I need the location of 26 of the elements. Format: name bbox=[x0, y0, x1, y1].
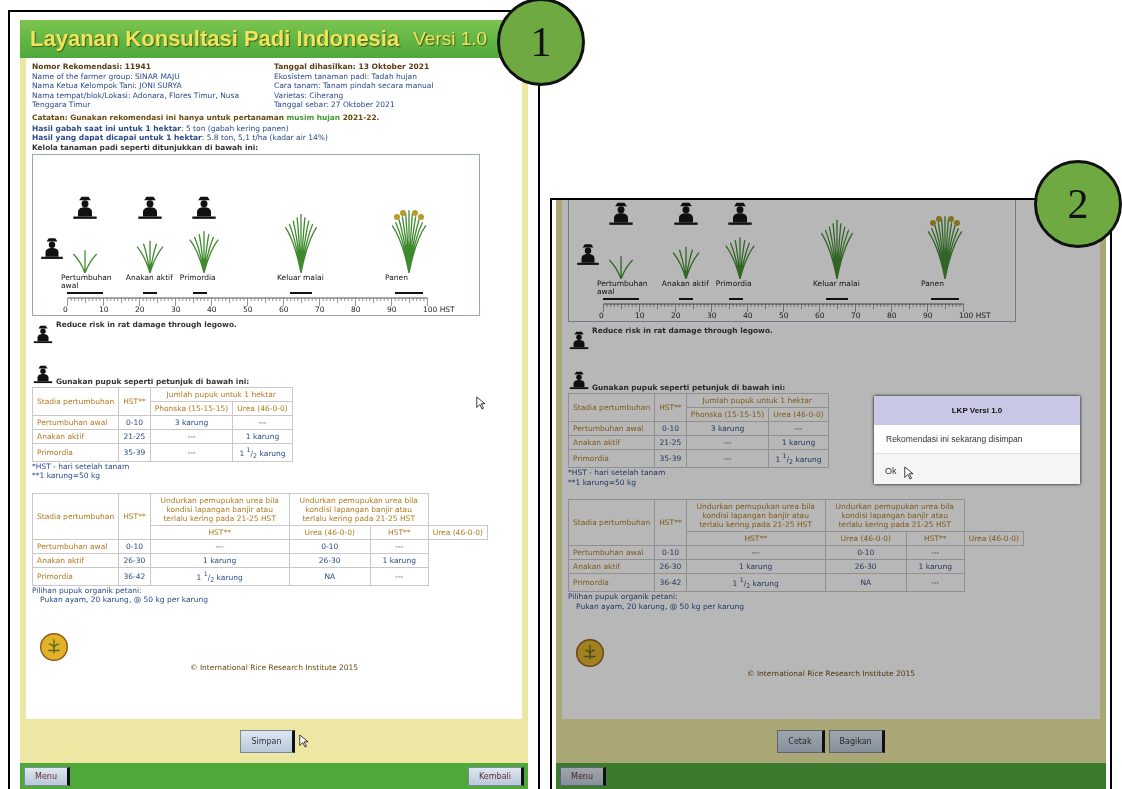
stage-bar bbox=[142, 291, 157, 294]
back-button[interactable]: Kembali bbox=[468, 766, 524, 786]
cursor-icon bbox=[904, 466, 913, 480]
stage-bar bbox=[290, 291, 312, 294]
farmer-icon bbox=[607, 200, 635, 227]
rice-plant-icon bbox=[925, 213, 965, 279]
app-title: Layanan Konsultasi Padi Indonesia bbox=[30, 26, 400, 52]
action-button[interactable]: Simpan bbox=[240, 729, 295, 753]
stage-bar bbox=[394, 291, 424, 294]
action-button[interactable]: Cetak bbox=[777, 729, 825, 753]
stage-bar bbox=[67, 291, 103, 294]
farmer-icon bbox=[671, 200, 700, 227]
version-label: Versi 1.0 bbox=[413, 28, 488, 50]
dialog-title: LKP Versi 1.0 bbox=[874, 396, 1080, 425]
emblem-icon bbox=[40, 632, 68, 661]
menu-button[interactable]: Menu bbox=[24, 766, 70, 786]
step-badge: 1 bbox=[497, 0, 585, 86]
step-badge: 2 bbox=[1034, 160, 1122, 248]
action-button[interactable]: Bagikan bbox=[828, 729, 885, 753]
cursor-icon bbox=[298, 734, 308, 748]
emblem-icon bbox=[576, 639, 604, 667]
ok-button[interactable]: Ok bbox=[884, 464, 898, 478]
menu-button[interactable]: Menu bbox=[560, 766, 606, 786]
cursor-icon bbox=[476, 396, 485, 410]
farmer-icon bbox=[725, 200, 754, 227]
stage-bar bbox=[193, 291, 208, 294]
